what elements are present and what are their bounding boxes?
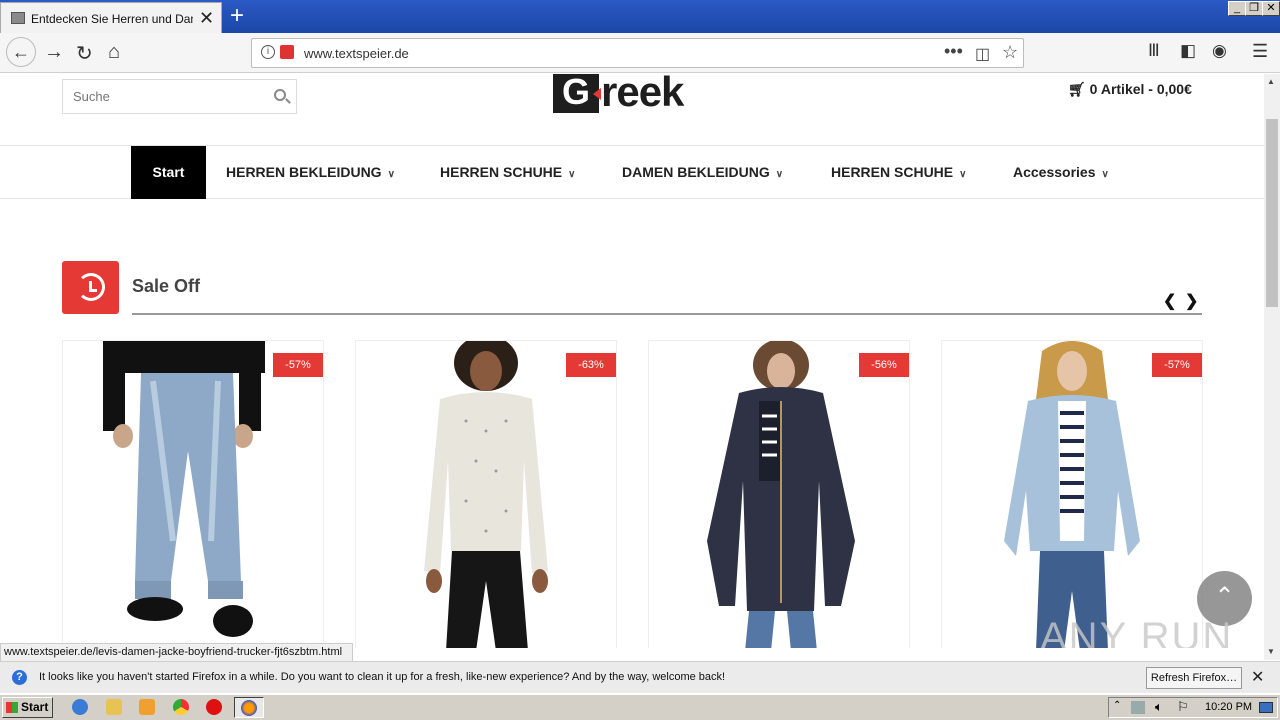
minimize-button[interactable]: _ [1228,1,1246,16]
insecure-lock-icon[interactable] [280,45,294,59]
product-card[interactable]: -63% [355,340,617,648]
watermark-logo: ANY RUN [1040,615,1234,648]
discount-badge: -63% [566,353,616,377]
reload-icon[interactable]: ↻ [76,41,93,66]
back-arrow-icon[interactable]: ← [6,37,36,67]
volume-icon[interactable]: 🔈︎ [1155,699,1163,715]
menu-item-label: HERREN SCHUHE [831,164,954,180]
chevron-down-icon: ∨ [1101,169,1109,180]
discount-badge: -56% [859,353,909,377]
close-notification-icon[interactable]: ✕ [1251,667,1264,687]
bookmark-star-icon[interactable]: ☆ [1002,42,1018,63]
page-scrollbar[interactable]: ▲ ▼ [1264,74,1280,660]
search-input[interactable] [63,80,253,113]
product-card[interactable]: -56% [648,340,910,648]
menu-item-label: HERREN SCHUHE [440,164,563,180]
firefox-taskbar-button[interactable] [234,697,264,718]
system-tray: ⌃ 🔈︎ ⚐ 10:20 PM [1108,697,1278,718]
cart-icon: 🛒︎ [1068,81,1086,97]
site-logo[interactable]: G reek [553,74,713,115]
menu-accessories[interactable]: Accessories ∨ [1013,164,1109,180]
main-menu: Start HERREN BEKLEIDUNG ∨ HERREN SCHUHE ∨ … [0,145,1264,199]
menu-item-label: HERREN BEKLEIDUNG [226,164,382,180]
cart-text: 0 Artikel - 0,00€ [1089,81,1192,97]
menu-damen-bekleidung[interactable]: DAMEN BEKLEIDUNG ∨ [622,164,783,180]
forward-arrow-icon[interactable]: → [44,41,64,64]
library-icon[interactable]: Ⅲ [1148,41,1160,61]
windows-flag-icon [6,702,18,713]
product-image-denim-jacket[interactable] [942,341,1203,648]
search-box[interactable] [62,79,297,114]
new-tab-button[interactable]: + [230,2,244,30]
chrome-icon[interactable] [173,699,189,715]
notification-message: It looks like you haven't started Firefo… [39,671,726,683]
discount-badge: -57% [273,353,323,377]
ie-icon[interactable] [72,699,88,715]
sidebar-icon[interactable]: ◧ [1180,41,1196,61]
clock[interactable]: 10:20 PM [1205,701,1252,713]
tray-expand-icon[interactable]: ⌃ [1113,700,1121,711]
chevron-down-icon: ∨ [387,169,395,180]
folder-icon[interactable] [106,699,122,715]
opera-icon[interactable] [206,699,222,715]
firefox-icon [241,700,257,716]
discount-badge: -57% [1152,353,1202,377]
home-icon[interactable]: ⌂ [108,41,120,64]
scroll-down-arrow-icon[interactable]: ▼ [1267,647,1275,656]
chevron-down-icon: ∨ [775,169,784,180]
page-favicon-icon [11,12,25,24]
hamburger-menu-icon[interactable]: ☰ [1252,41,1268,62]
menu-start[interactable]: Start [131,146,206,199]
action-center-flag-icon[interactable]: ⚐ [1177,699,1189,715]
question-icon: ? [12,670,27,685]
tab-title: Entdecken Sie Herren und Damen [31,12,193,26]
menu-item-label: Accessories [1013,164,1096,180]
show-desktop-icon[interactable] [1259,702,1273,713]
menu-item-label: DAMEN BEKLEIDUNG [622,164,770,180]
scroll-up-arrow-icon[interactable]: ▲ [1267,77,1275,86]
product-card[interactable]: -57% [62,340,324,648]
info-icon[interactable]: i [261,45,275,59]
section-title: Sale Off [132,276,201,296]
navigation-toolbar: ← → ↻ ⌂ i www.textspeier.de ••• ◫ ☆ Ⅲ ◧ … [0,33,1280,73]
logo-triangle [593,88,601,100]
refresh-firefox-button[interactable]: Refresh Firefox… [1146,667,1242,689]
close-tab-icon[interactable]: ✕ [199,8,214,29]
search-icon[interactable] [274,89,286,101]
sale-history-icon [62,261,119,314]
scrollbar-thumb[interactable] [1266,119,1278,307]
product-image-parka[interactable] [649,341,910,648]
product-image-blouse[interactable] [356,341,617,648]
section-divider [132,313,1202,315]
menu-herren-schuhe-2[interactable]: HERREN SCHUHE ∨ [831,164,966,180]
network-icon[interactable] [1131,701,1145,714]
url-text[interactable]: www.textspeier.de [304,46,409,61]
logo-text: reek [601,74,684,115]
address-bar[interactable]: i www.textspeier.de ••• ◫ ☆ [251,38,1024,68]
menu-herren-bekleidung[interactable]: HERREN BEKLEIDUNG ∨ [226,164,395,180]
product-card[interactable]: -57% [941,340,1203,648]
menu-herren-schuhe[interactable]: HERREN SCHUHE ∨ [440,164,575,180]
browser-tab[interactable]: Entdecken Sie Herren und Damen ✕ [0,2,222,33]
product-image-jeans[interactable] [63,341,324,648]
close-window-button[interactable]: ✕ [1262,1,1280,16]
web-page: G reek 🛒︎ 0 Artikel - 0,00€ Start HERREN… [0,74,1264,648]
start-button[interactable]: Start [2,697,53,718]
pocket-icon[interactable]: ◫ [975,44,990,64]
account-icon[interactable]: ◉ [1212,41,1227,61]
page-actions-icon[interactable]: ••• [944,41,963,62]
status-link-url: www.textspeier.de/levis-damen-jacke-boyf… [0,643,353,662]
carousel-next-icon[interactable]: ❯ [1185,291,1198,311]
start-label: Start [21,700,49,714]
windows-taskbar: Start ⌃ 🔈︎ ⚐ 10:20 PM [0,694,1280,720]
chevron-down-icon: ∨ [568,169,576,180]
cart-summary[interactable]: 🛒︎ 0 Artikel - 0,00€ [1068,81,1192,98]
restore-button[interactable]: ❐ [1245,1,1263,16]
chevron-down-icon: ∨ [959,169,967,180]
media-player-icon[interactable] [139,699,155,715]
carousel-prev-icon[interactable]: ❮ [1163,291,1176,311]
notification-bar: ? It looks like you haven't started Fire… [0,661,1280,693]
